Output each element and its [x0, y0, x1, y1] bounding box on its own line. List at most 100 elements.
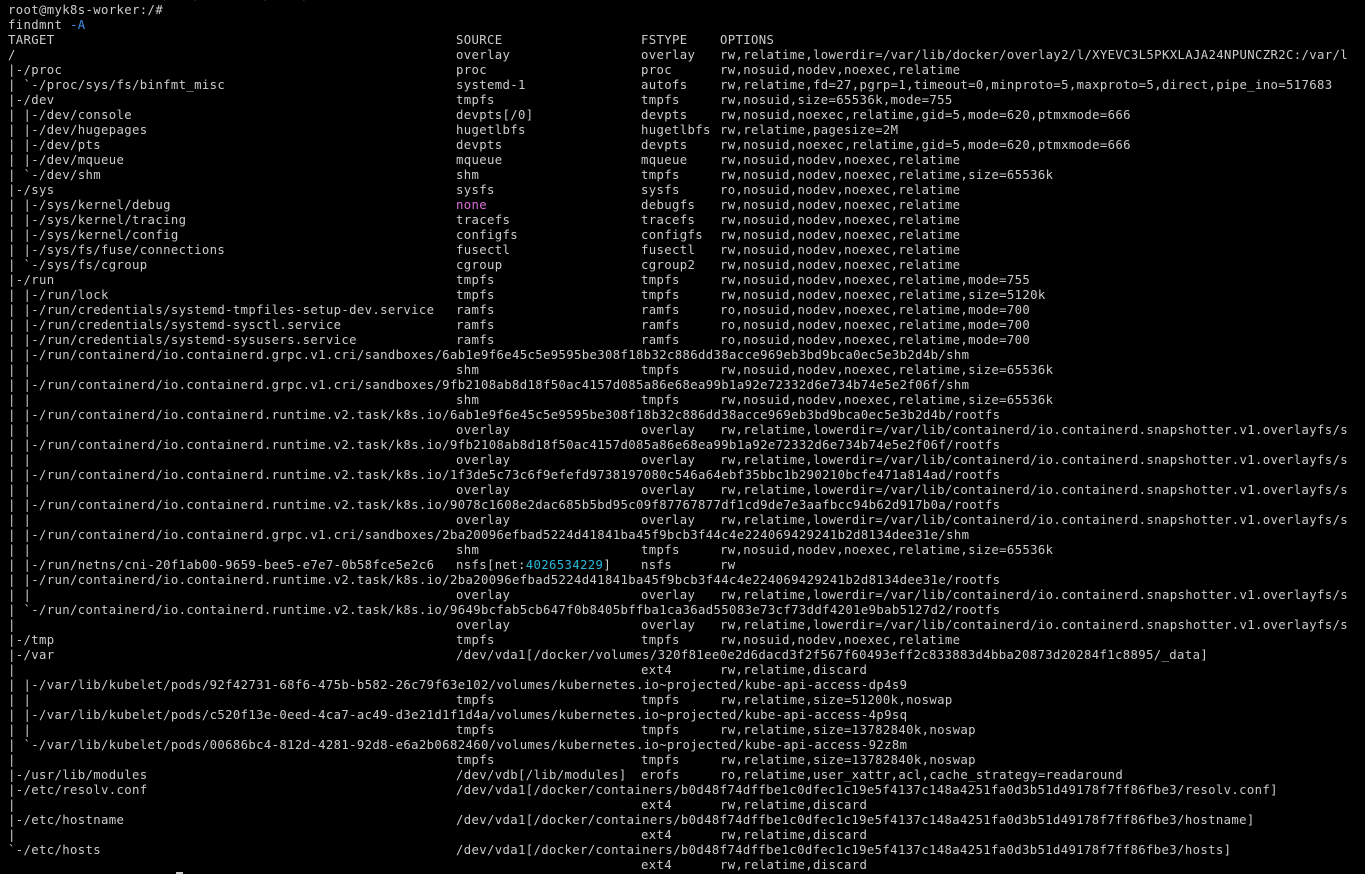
- table-row: | ext4 rw,relatime,discard: [8, 828, 1365, 843]
- mount-fstype: ext4: [641, 798, 673, 812]
- mount-target: | `-/dev/shm: [8, 168, 102, 182]
- mount-options: rw,nosuid,nodev,noexec,relatime: [720, 153, 961, 167]
- mount-target: | |-/sys/kernel/debug: [8, 198, 171, 212]
- mount-source: tmpfs: [456, 633, 495, 647]
- mount-options: rw,relatime,discard: [720, 858, 868, 872]
- mount-options: rw,nosuid,nodev,noexec,relatime: [720, 243, 961, 257]
- mount-options: rw,nosuid,nodev,noexec,relatime: [720, 63, 961, 77]
- mount-source: /dev/vda1[/docker/containers/b0d48f74dff…: [456, 843, 1232, 857]
- command-line: findmnt -A: [8, 18, 1365, 33]
- mount-target: | `-/var/lib/kubelet/pods/00686bc4-812d-…: [8, 738, 908, 752]
- mount-fstype: tmpfs: [641, 363, 680, 377]
- mount-target: | |-/run/containerd/io.containerd.runtim…: [8, 573, 1001, 587]
- table-row: |-/dev tmpfs tmpfs rw,nosuid,size=65536k,mo…: [8, 93, 1365, 108]
- mount-options: rw,nosuid,nodev,noexec,relatime: [720, 198, 961, 212]
- mount-options: rw,relatime,lowerdir=/var/lib/containerd…: [720, 588, 1349, 602]
- mount-fstype: overlay: [641, 588, 696, 602]
- mount-source: fusectl: [456, 243, 511, 257]
- table-row: / overlay overlay rw,relatime,lowerdir=/var…: [8, 48, 1365, 63]
- mount-source: tmpfs: [456, 93, 495, 107]
- mount-fstype: nsfs: [641, 558, 673, 572]
- mount-source: overlay: [456, 588, 511, 602]
- table-row: | |-/dev/hugepages hugetlbfs hugetlbfs rw,r…: [8, 123, 1365, 138]
- table-row: | ext4 rw,relatime,discard: [8, 663, 1365, 678]
- mount-source-inode: 4026534229: [525, 558, 604, 572]
- mount-table: / overlay overlay rw,relatime,lowerdir=/var…: [8, 48, 1365, 873]
- mount-fstype: tmpfs: [641, 393, 680, 407]
- mount-options: rw,nosuid,nodev,noexec,relatime: [720, 258, 961, 272]
- header-options: OPTIONS: [720, 33, 775, 47]
- table-row: | | overlay overlay rw,relatime,lowerdir=/v…: [8, 453, 1365, 468]
- mount-fstype: tracefs: [641, 213, 696, 227]
- table-row: | |-/sys/kernel/tracing tracefs tracefs rw,…: [8, 213, 1365, 228]
- mount-fstype: tmpfs: [641, 753, 680, 767]
- mount-target: | |-/run/containerd/io.containerd.runtim…: [8, 408, 1001, 422]
- mount-options: rw,relatime,discard: [720, 663, 868, 677]
- mount-options: rw,relatime,lowerdir=/var/lib/containerd…: [720, 483, 1349, 497]
- mount-target: |-/proc: [8, 63, 63, 77]
- mount-source: cgroup: [456, 258, 503, 272]
- table-row: | `-/var/lib/kubelet/pods/00686bc4-812d-…: [8, 738, 1365, 753]
- mount-target: | |: [8, 483, 32, 497]
- table-row: | |-/run/containerd/io.containerd.grpc.v…: [8, 348, 1365, 363]
- table-row: | |-/sys/kernel/config configfs configfs rw…: [8, 228, 1365, 243]
- mount-fstype: overlay: [641, 513, 696, 527]
- mount-options: ro,nosuid,nodev,noexec,relatime,mode=700: [720, 318, 1031, 332]
- mount-options: ro,nosuid,nodev,noexec,relatime: [720, 183, 961, 197]
- mount-target: | |-/run/containerd/io.containerd.runtim…: [8, 498, 1001, 512]
- mount-options: ro,relatime,user_xattr,acl,cache_strateg…: [720, 768, 1124, 782]
- mount-fstype: ramfs: [641, 303, 680, 317]
- mount-target: | |: [8, 393, 32, 407]
- mount-source: overlay: [456, 48, 511, 62]
- table-row: | ext4 rw,relatime,discard: [8, 798, 1365, 813]
- table-row: |-/tmp tmpfs tmpfs rw,nosuid,nodev,noexec,r…: [8, 633, 1365, 648]
- mount-target: | |-/dev/console: [8, 108, 133, 122]
- mount-target: |: [8, 753, 16, 767]
- table-row: | | overlay overlay rw,relatime,lowerdir=/v…: [8, 513, 1365, 528]
- mount-fstype: debugfs: [641, 198, 696, 212]
- mount-source: ramfs: [456, 303, 495, 317]
- table-row: | |-/run/containerd/io.containerd.runtim…: [8, 573, 1365, 588]
- terminal-window[interactable]: / / / / root@myk8s-worker:/# findmnt -A …: [0, 0, 1365, 874]
- table-row: | |-/dev/pts devpts devpts rw,nosuid,noexec…: [8, 138, 1365, 153]
- mount-options: rw,relatime,pagesize=2M: [720, 123, 899, 137]
- mount-fstype: tmpfs: [641, 168, 680, 182]
- mount-fstype: mqueue: [641, 153, 688, 167]
- table-row: | |-/run/credentials/systemd-sysusers.se…: [8, 333, 1365, 348]
- table-row: | |-/run/credentials/systemd-sysctl.serv…: [8, 318, 1365, 333]
- table-row: | | tmpfs tmpfs rw,relatime,size=13782840k,…: [8, 723, 1365, 738]
- mount-options: rw,relatime,lowerdir=/var/lib/containerd…: [720, 423, 1349, 437]
- mount-options: rw,relatime,lowerdir=/var/lib/docker/ove…: [720, 48, 1349, 62]
- mount-target: |: [8, 663, 16, 677]
- header-fstype: FSTYPE: [641, 33, 688, 47]
- mount-target: | `-/run/containerd/io.containerd.runtim…: [8, 603, 1001, 617]
- mount-target: | |-/run/credentials/systemd-tmpfiles-se…: [8, 303, 435, 317]
- table-row: | |-/var/lib/kubelet/pods/c520f13e-0eed-…: [8, 708, 1365, 723]
- mount-target: |-/usr/lib/modules: [8, 768, 148, 782]
- table-row: | |-/run/netns/cni-20f1ab00-9659-bee5-e7…: [8, 558, 1365, 573]
- mount-options: rw,relatime,size=13782840k,noswap: [720, 753, 976, 767]
- table-row: |-/run tmpfs tmpfs rw,nosuid,nodev,noexec,r…: [8, 273, 1365, 288]
- table-row: | |-/dev/console devpts[/0] devpts rw,nosui…: [8, 108, 1365, 123]
- mount-source: shm: [456, 168, 480, 182]
- mount-target: | |-/sys/fs/fuse/connections: [8, 243, 226, 257]
- mount-target: | |-/run/containerd/io.containerd.runtim…: [8, 438, 1001, 452]
- mount-options: rw,nosuid,nodev,noexec,relatime,mode=755: [720, 273, 1031, 287]
- table-row: | | overlay overlay rw,relatime,lowerdir=/v…: [8, 483, 1365, 498]
- mount-source: overlay: [456, 513, 511, 527]
- table-row: | | shm tmpfs rw,nosuid,nodev,noexec,relati…: [8, 543, 1365, 558]
- mount-fstype: ramfs: [641, 318, 680, 332]
- table-row: | |-/run/credentials/systemd-tmpfiles-se…: [8, 303, 1365, 318]
- mount-target: | |: [8, 693, 32, 707]
- mount-target: |-/dev: [8, 93, 55, 107]
- table-row: |-/usr/lib/modules/dev/vdb[/lib/modules]…: [8, 768, 1365, 783]
- table-row: |-/sys sysfs sysfs ro,nosuid,nodev,noexec,r…: [8, 183, 1365, 198]
- mount-fstype: fusectl: [641, 243, 696, 257]
- mount-fstype: sysfs: [641, 183, 680, 197]
- mount-target: | |-/dev/hugepages: [8, 123, 148, 137]
- table-row: | | overlay overlay rw,relatime,lowerdir=/v…: [8, 423, 1365, 438]
- command-name: findmnt: [8, 18, 63, 32]
- mount-source: tmpfs: [456, 288, 495, 302]
- mount-source-prefix: nsfs[net:: [456, 558, 526, 572]
- terminal-output: / / / / root@myk8s-worker:/# findmnt -A …: [8, 0, 1365, 873]
